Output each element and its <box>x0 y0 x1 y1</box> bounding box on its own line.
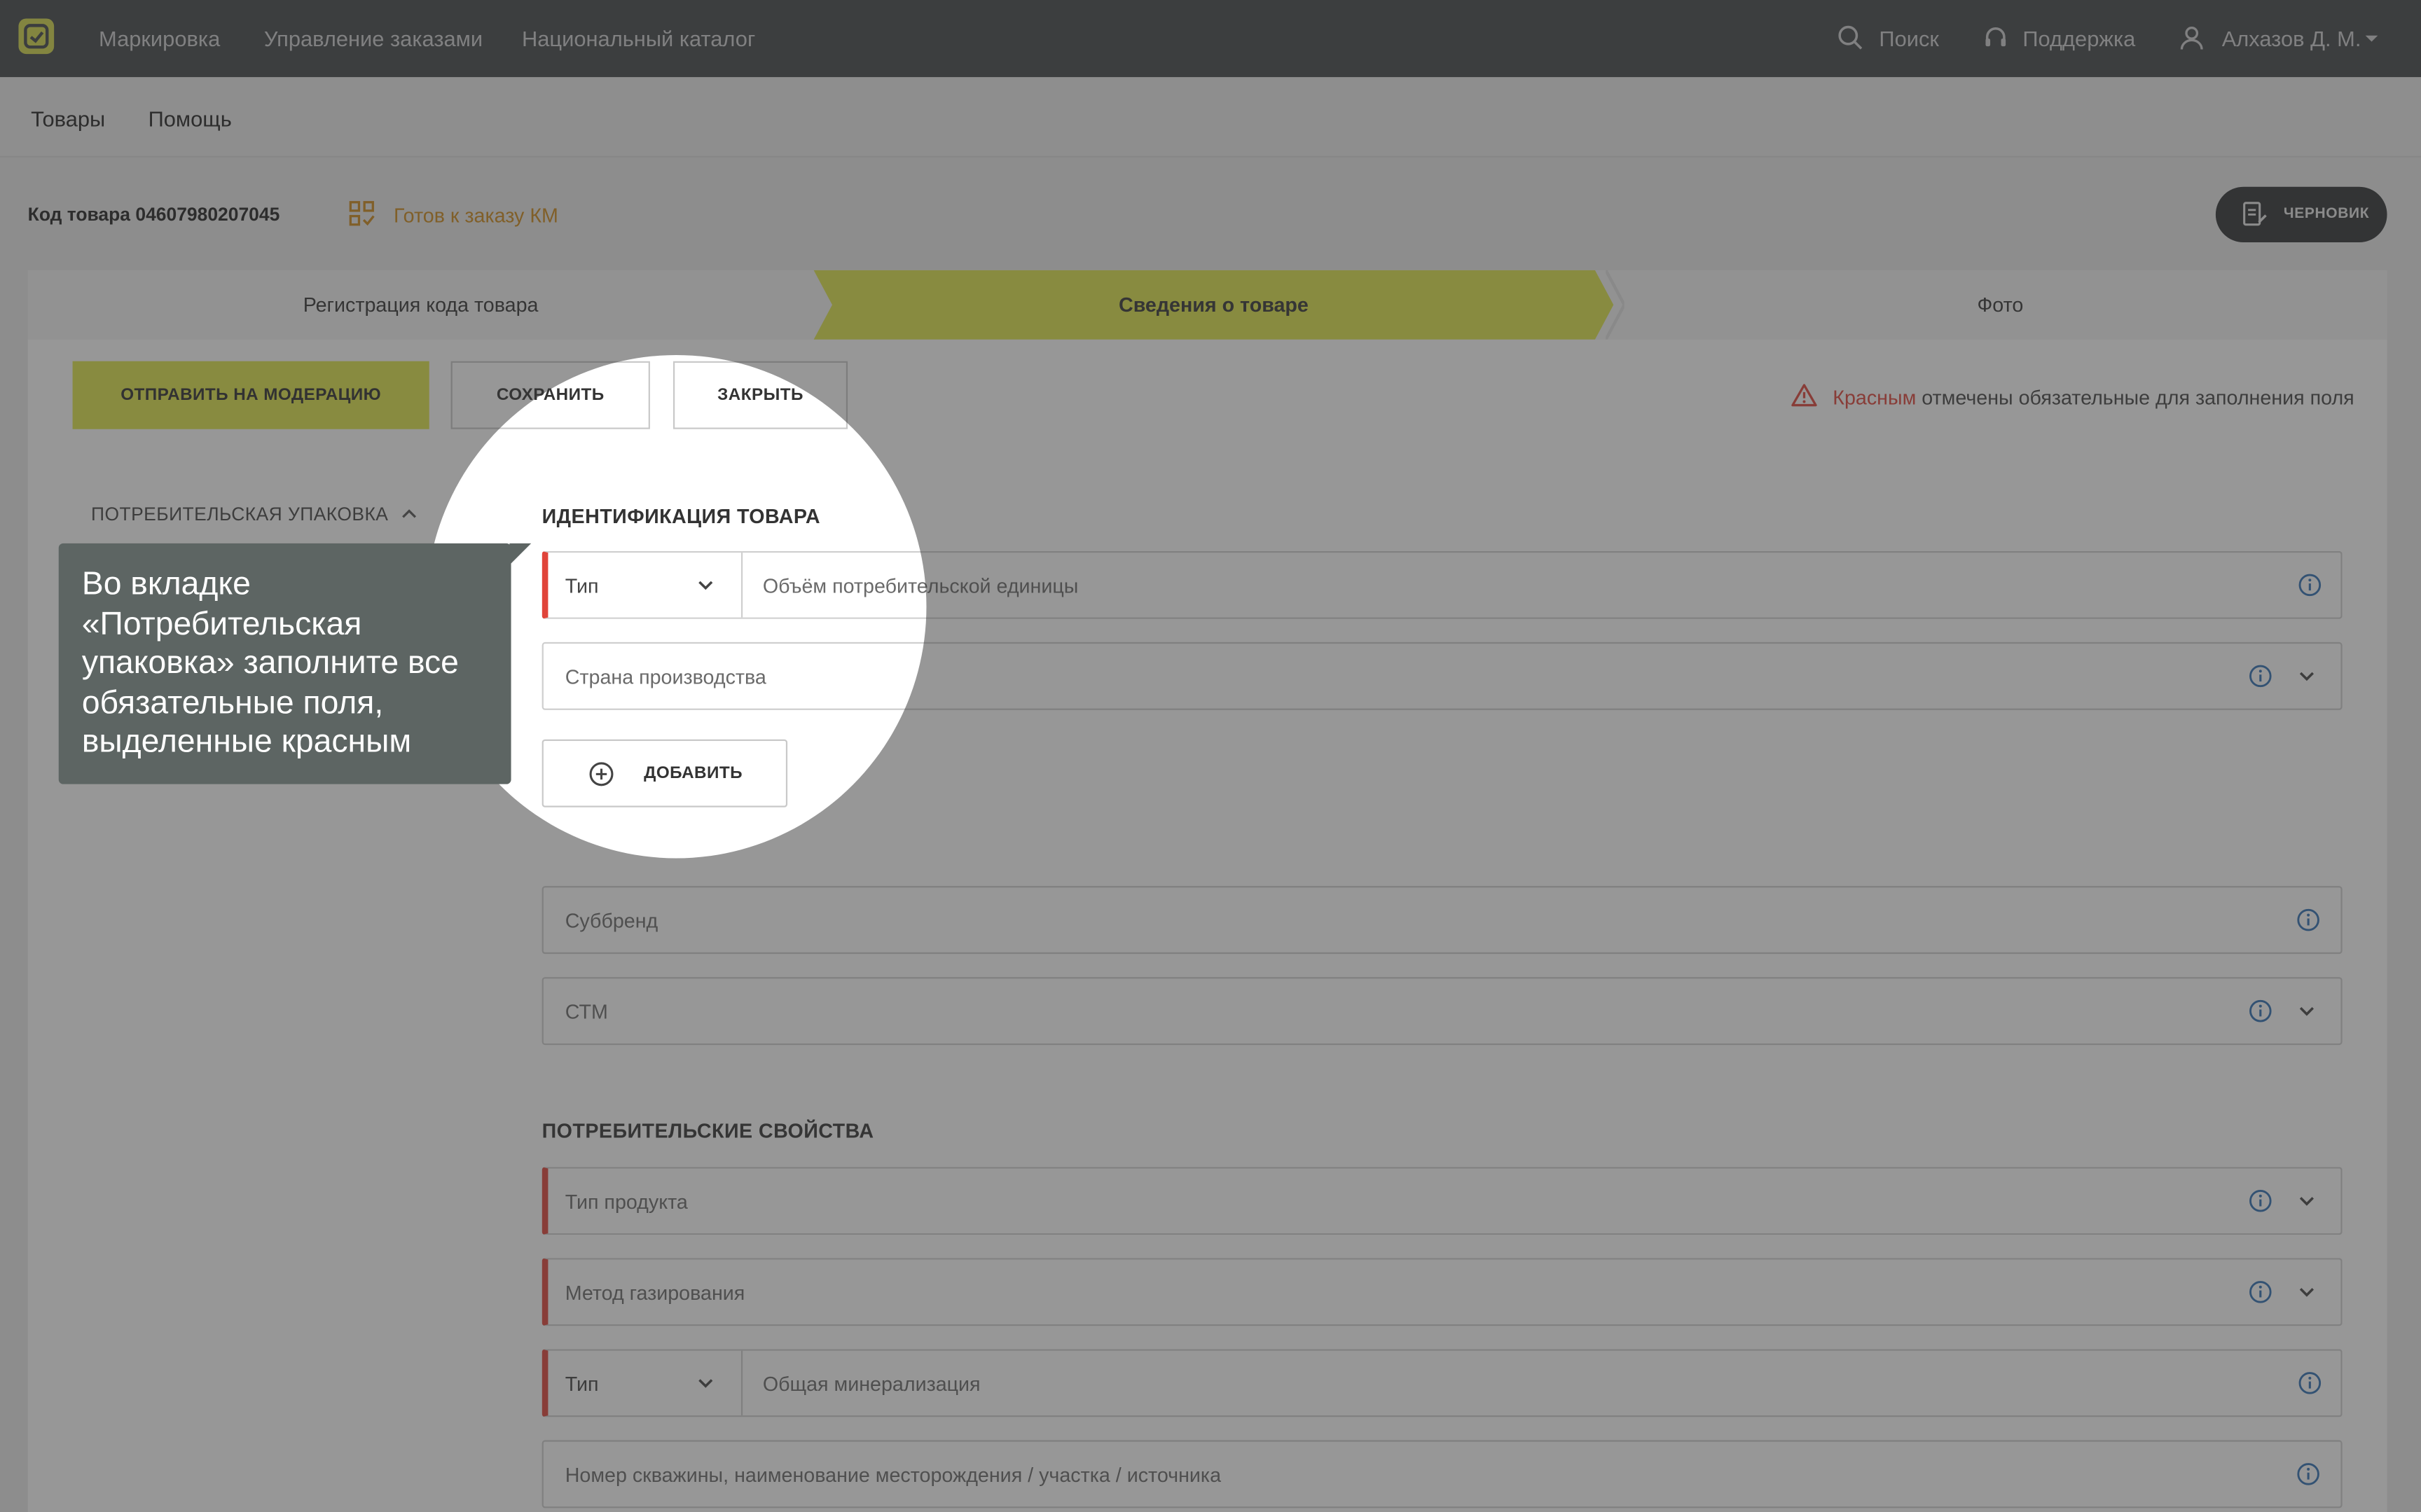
add-button-label: ДОБАВИТЬ <box>644 764 743 783</box>
nav-national-catalog[interactable]: Национальный каталог <box>522 26 755 50</box>
chevron-down-icon[interactable] <box>2298 668 2316 684</box>
save-button[interactable]: СОХРАНИТЬ <box>450 361 650 429</box>
info-icon[interactable] <box>2248 999 2272 1023</box>
sidebar-item-consumer-package[interactable]: ПОТРЕБИТЕЛЬСКАЯ УПАКОВКА <box>91 504 388 525</box>
plus-circle-icon <box>589 762 614 786</box>
draft-button[interactable]: ЧЕРНОВИК <box>2215 186 2387 243</box>
chevron-down-icon[interactable] <box>2298 1193 2316 1209</box>
headset-icon[interactable] <box>1982 25 2008 50</box>
hint-rest: отмечены обязательные для заполнения пол… <box>1916 386 2354 410</box>
status-badge: Готов к заказу КМ <box>394 203 558 228</box>
subnav-goods[interactable]: Товары <box>31 106 105 131</box>
info-icon[interactable] <box>2248 1279 2272 1304</box>
user-menu[interactable]: Алхазов Д. М. <box>2222 26 2361 50</box>
type-select[interactable]: Тип <box>548 553 743 618</box>
stm-placeholder: СТМ <box>565 1000 608 1024</box>
well-field[interactable]: Номер скважины, наименование месторожден… <box>542 1440 2343 1508</box>
section-consumer-properties: ПОТРЕБИТЕЛЬСКИЕ СВОЙСТВА <box>542 1118 874 1143</box>
country-field[interactable]: Страна производства <box>542 641 2343 710</box>
product-type-field[interactable]: Тип продукта <box>542 1167 2343 1235</box>
subbrand-placeholder: Суббренд <box>565 909 658 933</box>
chevron-down-icon[interactable] <box>2298 1284 2316 1300</box>
logo-icon[interactable] <box>18 18 55 55</box>
info-icon[interactable] <box>2296 1462 2320 1486</box>
tooltip-tail <box>509 543 532 565</box>
mineralization-field[interactable]: Тип Общая минерализация <box>542 1349 2343 1417</box>
subbrand-field[interactable]: Суббренд <box>542 886 2343 955</box>
step-photo[interactable]: Фото <box>1613 293 2387 317</box>
type-select-label: Тип <box>565 574 599 597</box>
document-edit-icon <box>2243 202 2267 226</box>
nav-marking[interactable]: Маркировка <box>99 26 220 50</box>
info-icon[interactable] <box>2296 908 2320 932</box>
add-button[interactable]: ДОБАВИТЬ <box>542 739 788 807</box>
step-code-registration[interactable]: Регистрация кода товара <box>28 293 814 317</box>
submit-moderation-button[interactable]: ОТПРАВИТЬ НА МОДЕРАЦИЮ <box>72 361 429 429</box>
hint-red-word: Красным <box>1833 386 1917 410</box>
chevron-up-icon[interactable] <box>400 506 418 522</box>
type-select-label: Тип <box>565 1372 599 1396</box>
secondary-nav: Товары Помощь <box>0 77 2421 158</box>
info-icon[interactable] <box>2248 664 2272 688</box>
info-icon[interactable] <box>2298 1371 2322 1395</box>
product-type-placeholder: Тип продукта <box>565 1190 688 1214</box>
volume-field[interactable]: Тип Объём потребительской единицы <box>542 550 2343 619</box>
chevron-down-icon[interactable] <box>2298 1004 2316 1019</box>
chevron-down-icon <box>698 1379 713 1388</box>
qr-status-icon <box>349 201 375 226</box>
product-code: Код товара 04607980207045 <box>27 203 280 226</box>
search-link[interactable]: Поиск <box>1879 26 1939 50</box>
well-placeholder: Номер скважины, наименование месторожден… <box>565 1463 1222 1487</box>
country-placeholder: Страна производства <box>565 665 766 689</box>
type-select[interactable]: Тип <box>548 1350 743 1416</box>
carbonation-placeholder: Метод газирования <box>565 1281 745 1305</box>
support-link[interactable]: Поддержка <box>2022 26 2135 50</box>
required-hint: Красным отмечены обязательные для заполн… <box>1833 386 2354 409</box>
subnav-help[interactable]: Помощь <box>149 106 232 131</box>
nav-order-management[interactable]: Управление заказами <box>264 26 483 50</box>
draft-label: ЧЕРНОВИК <box>2283 205 2370 223</box>
carbonation-field[interactable]: Метод газирования <box>542 1258 2343 1326</box>
caret-down-icon[interactable] <box>2364 32 2379 45</box>
volume-placeholder: Объём потребительской единицы <box>762 574 1079 597</box>
top-navbar: Маркировка Управление заказами Националь… <box>0 0 2421 78</box>
step-product-info[interactable]: Сведения о товаре <box>814 293 1614 317</box>
close-button[interactable]: ЗАКРЫТЬ <box>672 361 848 429</box>
chevron-down-icon <box>698 581 713 590</box>
search-icon[interactable] <box>1837 25 1863 50</box>
stm-field[interactable]: СТМ <box>542 977 2343 1046</box>
warning-icon <box>1791 384 1817 407</box>
user-icon[interactable] <box>2179 25 2205 50</box>
mineralization-placeholder: Общая минерализация <box>762 1372 981 1396</box>
info-icon[interactable] <box>2298 573 2322 597</box>
info-icon[interactable] <box>2248 1188 2272 1213</box>
onboarding-tooltip: Во вкладке «Потребительская упаковка» за… <box>58 543 511 784</box>
section-identification: ИДЕНТИФИКАЦИЯ ТОВАРА <box>542 504 820 528</box>
